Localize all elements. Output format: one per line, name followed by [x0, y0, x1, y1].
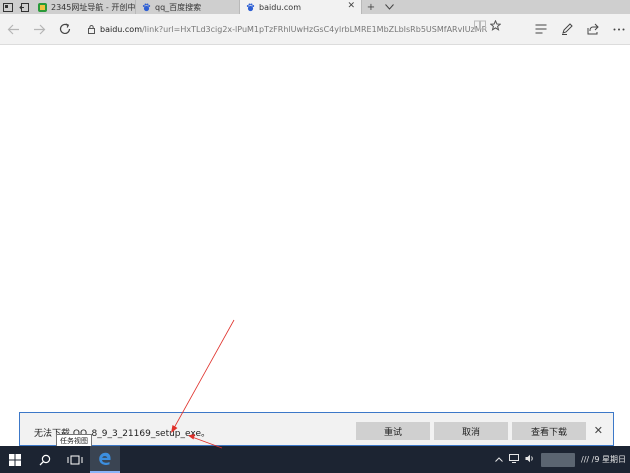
tab-label: qq_百度搜索 [155, 2, 202, 12]
site-favicon-icon [38, 2, 47, 12]
new-tab-icon[interactable]: + [362, 0, 380, 14]
volume-icon[interactable] [525, 454, 535, 465]
tab-back-icon[interactable] [16, 0, 32, 14]
baidu-paw-icon [246, 3, 255, 11]
tab-label: 2345网址导航 - 开创中国百 [51, 2, 136, 12]
retry-button[interactable]: 重试 [356, 422, 430, 440]
baidu-paw-icon [142, 3, 151, 11]
tab-label: baidu.com [259, 2, 301, 12]
hub-icon[interactable] [528, 14, 554, 44]
pen-icon[interactable] [554, 14, 580, 44]
task-view-icon[interactable] [60, 446, 90, 473]
close-icon[interactable]: ✕ [594, 424, 603, 437]
url-path: /link?url=HxTLd3cig2x-lPuM1pTzFRhlUwHzGs… [141, 24, 488, 34]
tab-preview-icon[interactable] [0, 0, 16, 14]
blurred-region [541, 452, 576, 467]
edge-icon[interactable] [90, 446, 120, 473]
page-content [0, 45, 630, 412]
url-domain: baidu.com [100, 24, 142, 34]
network-icon[interactable] [509, 454, 520, 465]
windows-logo-icon[interactable] [0, 446, 30, 473]
back-arrow-icon[interactable] [0, 14, 26, 44]
favorite-star-icon[interactable] [489, 19, 502, 34]
chevron-up-icon[interactable] [495, 455, 503, 464]
system-tray: /// /9 星期日 [495, 446, 626, 473]
chevron-down-icon[interactable] [380, 0, 398, 14]
close-icon[interactable]: ✕ [347, 1, 355, 11]
tab-baidu[interactable]: baidu.com ✕ [240, 0, 362, 14]
lock-icon [88, 24, 95, 34]
share-icon[interactable] [580, 14, 606, 44]
clock[interactable]: /// /9 星期日 [581, 454, 626, 465]
reading-view-icon[interactable] [474, 20, 486, 34]
refresh-icon[interactable] [52, 14, 78, 44]
tab-2345[interactable]: 2345网址导航 - 开创中国百 [32, 0, 136, 14]
download-bar: 无法下载 QQ_8_9_3_21169_setup_exe。 重试 取消 查看下… [19, 412, 614, 446]
search-icon[interactable] [30, 446, 60, 473]
taskbar: /// /9 星期日 [0, 446, 630, 473]
navigation-bar: baidu.com/link?url=HxTLd3cig2x-lPuM1pTzF… [0, 14, 630, 45]
tab-qq-search[interactable]: qq_百度搜索 [136, 0, 240, 14]
more-icon[interactable] [606, 14, 630, 44]
address-bar[interactable]: baidu.com/link?url=HxTLd3cig2x-lPuM1pTzF… [88, 20, 496, 38]
tab-strip: 2345网址导航 - 开创中国百 qq_百度搜索 baidu.com ✕ + [0, 0, 630, 14]
view-downloads-button[interactable]: 查看下载 [512, 422, 586, 440]
cancel-button[interactable]: 取消 [434, 422, 508, 440]
forward-arrow-icon[interactable] [26, 14, 52, 44]
